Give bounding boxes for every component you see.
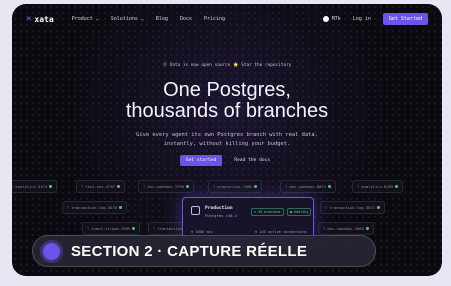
- announcement-bar[interactable]: ⓟ Xata is now open source ⭐ Star the rep…: [12, 62, 442, 68]
- branch-chip-label: test-env-4787: [85, 184, 116, 189]
- nav-right: M7k Log in Get Started: [322, 13, 428, 25]
- nav-product[interactable]: Product ⌄: [72, 16, 99, 22]
- database-icon: [191, 206, 200, 215]
- status-dot: [132, 227, 136, 230]
- branch-chip-label: dev-sandbox-3796: [147, 184, 184, 189]
- read-docs-button[interactable]: Read the docs: [230, 155, 274, 166]
- branch-icon: ⌥: [87, 226, 90, 231]
- branch-chip: ⌥ analytics-5474: [12, 180, 58, 193]
- branch-icon: ⌥: [325, 205, 328, 210]
- branch-chip: ⌥ test-env-4787: [76, 180, 126, 193]
- github-icon: [322, 16, 329, 22]
- section-overlay-badge: SECTION 2 · CAPTURE RÉELLE: [32, 235, 376, 267]
- branch-icon: ⌥: [12, 184, 14, 189]
- branch-chip: ⌥ event-stream-1905: [82, 222, 141, 235]
- hero-subtitle-line1: Give every agent its own Postgres branch…: [136, 132, 318, 138]
- logo[interactable]: ✕ xata: [26, 14, 54, 24]
- branch-chip-label: event-stream-1905: [91, 226, 131, 231]
- branch-icon: ⌥: [323, 226, 326, 231]
- branch-chip-label: dev-sandbox-2005: [327, 226, 364, 231]
- branch-chip-label: transaction-log-5078: [71, 205, 118, 210]
- production-branch-card[interactable]: Production Postgres v18.1 ⌥ 45 branches …: [182, 197, 314, 239]
- accent-dot-icon: [43, 242, 60, 260]
- status-dot: [185, 185, 189, 188]
- github-stars-link[interactable]: M7k: [322, 16, 341, 22]
- branch-chip-label: analytics-8295: [361, 184, 394, 189]
- login-link[interactable]: Log in: [353, 16, 371, 22]
- connections-metric: ⊕ 245 active connections: [255, 230, 307, 234]
- nav-blog[interactable]: Blog: [156, 16, 168, 22]
- section-overlay-label: SECTION 2 · CAPTURE RÉELLE: [71, 242, 308, 260]
- xata-logo-icon: ✕: [26, 14, 32, 24]
- status-dot: [253, 185, 257, 188]
- get-started-nav-button[interactable]: Get Started: [382, 13, 428, 25]
- branch-icon: ⌥: [153, 226, 156, 231]
- production-name: Production: [205, 206, 233, 211]
- nav-docs[interactable]: Docs: [180, 16, 192, 22]
- branch-chip: ⌥ analytics-8295: [352, 180, 404, 193]
- hero-cta-group: Get started Read the docs: [12, 155, 442, 166]
- hero-title-line1: One Postgres,: [163, 79, 291, 101]
- branch-icon: ⌥: [143, 184, 146, 189]
- branch-icon: ⌥: [81, 184, 84, 189]
- branch-chip-label: production-7400: [217, 184, 252, 189]
- branch-chip-label: transaction-log-5071: [329, 205, 376, 210]
- status-dot: [365, 227, 369, 230]
- nav-solutions[interactable]: Solutions ⌄: [111, 16, 144, 22]
- hero-title-line2: thousands of branches: [125, 100, 329, 122]
- nav-links: Product ⌄ Solutions ⌄ Blog Docs Pricing: [72, 16, 225, 22]
- nav-pricing[interactable]: Pricing: [204, 16, 225, 22]
- branch-chip: ⌥ dev-sandbox-8023: [280, 180, 336, 193]
- status-dot: [119, 206, 123, 209]
- branch-icon: ⌥: [285, 184, 288, 189]
- logo-text: xata: [34, 14, 54, 24]
- branch-icon: ⌥: [67, 205, 70, 210]
- github-stars-count: M7k: [331, 16, 341, 22]
- tps-metric: ⊕ 1000 tps: [191, 230, 213, 234]
- status-dot: [327, 185, 331, 188]
- hero-subtitle-line2: instantly, without killing your budget.: [163, 141, 291, 147]
- branch-chip: ⌥ transaction-log-5071: [320, 201, 386, 214]
- status-dot: [377, 206, 381, 209]
- branch-icon: ⌥: [357, 184, 360, 189]
- branch-chip: ⌥ dev-sandbox-3796: [138, 180, 194, 193]
- branch-chip-label: dev-sandbox-8023: [289, 184, 326, 189]
- branches-badge: ⌥ 45 branches: [251, 208, 284, 216]
- status-dot: [117, 185, 121, 188]
- branch-icon: ⌥: [213, 184, 216, 189]
- branch-chip: ⌥ dev-sandbox-2005: [318, 222, 374, 235]
- status-dot: [49, 185, 53, 188]
- health-badge: ● healthy: [287, 208, 312, 216]
- top-nav: ✕ xata Product ⌄ Solutions ⌄ Blog Docs P…: [12, 4, 442, 34]
- branch-chip: ⌥ transaction-log-5078: [62, 201, 128, 214]
- production-version: Postgres v18.1: [205, 213, 238, 218]
- get-started-button[interactable]: Get started: [179, 155, 223, 166]
- status-dot: [395, 185, 399, 188]
- branch-chip: ⌥ production-7400: [208, 180, 262, 193]
- branch-chip-label: analytics-5474: [15, 184, 48, 189]
